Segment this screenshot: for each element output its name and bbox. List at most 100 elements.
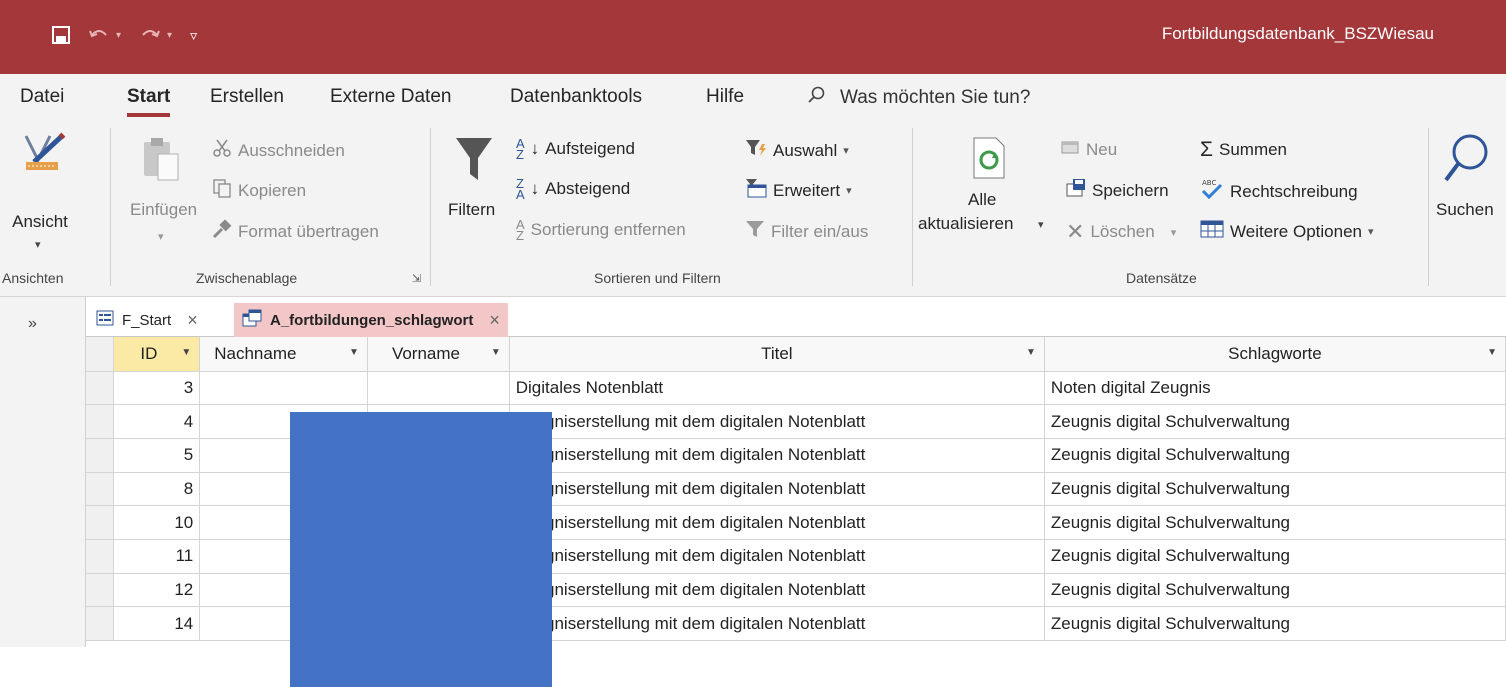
tab-hilfe[interactable]: Hilfe (706, 86, 744, 108)
column-header-label: ID (140, 343, 158, 363)
cell-schlagworte[interactable]: Zeugnis digital Schulverwaltung (1044, 404, 1506, 439)
cell-schlagworte[interactable]: Noten digital Zeugnis (1044, 371, 1506, 406)
save-icon[interactable] (52, 26, 70, 44)
cell-id[interactable]: 14 (113, 606, 201, 641)
tab-erstellen[interactable]: Erstellen (210, 86, 284, 108)
remove-sort-button[interactable]: AZ Sortierung entfernen (516, 218, 686, 242)
selection-filter-button[interactable]: Auswahl ▾ (745, 138, 849, 163)
cell-titel[interactable]: Zeugniserstellung mit dem digitalen Note… (509, 404, 1045, 439)
tab-start[interactable]: Start (127, 86, 171, 117)
column-dropdown-icon[interactable]: ▼ (1026, 347, 1036, 358)
cell-id[interactable]: 10 (113, 505, 201, 540)
cell-id[interactable]: 3 (113, 371, 201, 406)
find-label: Suchen (1436, 200, 1494, 219)
cell-schlagworte[interactable]: Zeugnis digital Schulverwaltung (1044, 573, 1506, 608)
cell-titel[interactable]: Digitales Notenblatt (509, 371, 1045, 406)
format-painter-label: Format übertragen (238, 221, 379, 241)
undo-dropdown-icon[interactable]: ▾ (116, 30, 121, 41)
column-header-vorname[interactable]: Vorname ▼ (367, 337, 510, 372)
cell-id[interactable]: 11 (113, 539, 201, 574)
cell-schlagworte[interactable]: Zeugnis digital Schulverwaltung (1044, 472, 1506, 507)
column-dropdown-icon[interactable]: ▼ (491, 347, 501, 358)
cut-button[interactable]: Ausschneiden (212, 138, 345, 163)
tell-me-search[interactable]: Was möchten Sie tun? (808, 86, 1030, 110)
cell-id[interactable]: 12 (113, 573, 201, 608)
new-record-button[interactable]: Neu (1060, 138, 1117, 161)
toggle-filter-button[interactable]: Filter ein/aus (745, 219, 868, 244)
paste-button[interactable]: Einfügen ▾ (118, 136, 198, 256)
advanced-filter-button[interactable]: Erweitert ▾ (745, 178, 852, 203)
column-header-schlagworte[interactable]: Schlagworte ▼ (1044, 337, 1506, 372)
totals-label: Summen (1218, 140, 1288, 159)
paste-label: Einfügen (130, 200, 198, 219)
delete-record-button[interactable]: ✕ Löschen ▾ (1066, 219, 1176, 245)
record-selector[interactable] (86, 539, 115, 574)
column-dropdown-icon[interactable]: ▼ (181, 347, 191, 358)
refresh-label-1: Alle (968, 190, 997, 209)
dialog-launcher-icon[interactable]: ⇲ (412, 272, 421, 285)
cell-schlagworte[interactable]: Zeugnis digital Schulverwaltung (1044, 505, 1506, 540)
form-icon (96, 310, 114, 330)
record-selector[interactable] (86, 606, 115, 641)
column-dropdown-icon[interactable]: ▼ (1487, 347, 1497, 358)
doc-tab-query[interactable]: A_fortbildungen_schlagwort × (234, 303, 508, 337)
spelling-button[interactable]: ABC Rechtschreibung (1200, 178, 1358, 205)
record-selector[interactable] (86, 472, 115, 507)
group-separator (110, 128, 111, 286)
cell-schlagworte[interactable]: Zeugnis digital Schulverwaltung (1044, 438, 1506, 473)
tab-datei[interactable]: Datei (20, 86, 64, 108)
find-button[interactable]: Suchen (1432, 132, 1506, 242)
close-icon[interactable]: × (489, 310, 500, 331)
format-painter-button[interactable]: Format übertragen (212, 219, 379, 244)
column-dropdown-icon[interactable]: ▼ (349, 347, 359, 358)
redo-dropdown-icon[interactable]: ▾ (167, 30, 172, 41)
undo-icon[interactable] (88, 27, 110, 43)
ribbon: Ansicht ▾ Ansichten Einfügen ▾ Ausschnei… (0, 122, 1506, 297)
cell-titel[interactable]: Zeugniserstellung mit dem digitalen Note… (509, 505, 1045, 540)
cell-id[interactable]: 5 (113, 438, 201, 473)
format-painter-icon (212, 219, 232, 244)
sort-ascending-button[interactable]: AZ ↓ Aufsteigend (516, 137, 635, 161)
cell-schlagworte[interactable]: Zeugnis digital Schulverwaltung (1044, 606, 1506, 641)
filter-button[interactable]: Filtern (440, 136, 510, 246)
save-record-button[interactable]: Speichern (1066, 178, 1169, 203)
tab-externe-daten[interactable]: Externe Daten (330, 86, 451, 108)
cell-id[interactable]: 4 (113, 404, 201, 439)
customize-qat-icon[interactable]: ▿ (190, 27, 197, 44)
column-header-nachname[interactable]: Nachname ▼ (199, 337, 368, 372)
select-all-cell[interactable] (86, 337, 115, 372)
magnifier-icon (1444, 132, 1490, 189)
cell-nachname[interactable] (199, 371, 368, 406)
sort-descending-button[interactable]: ZA ↓ Absteigend (516, 177, 630, 201)
refresh-all-button[interactable]: Alle aktualisieren ▾ (918, 136, 1048, 266)
cell-schlagworte[interactable]: Zeugnis digital Schulverwaltung (1044, 539, 1506, 574)
cell-titel[interactable]: Zeugniserstellung mit dem digitalen Note… (509, 606, 1045, 641)
view-button[interactable]: Ansicht ▾ (10, 132, 100, 252)
totals-button[interactable]: Σ Summen (1200, 138, 1287, 162)
column-header-titel[interactable]: Titel ▼ (509, 337, 1045, 372)
cell-id[interactable]: 8 (113, 472, 201, 507)
selection-filter-label: Auswahl (773, 140, 838, 160)
column-header-label: Schlagworte (1228, 343, 1322, 363)
table-row[interactable]: 3 Digitales Notenblatt Noten digital Zeugn… (86, 371, 1506, 406)
close-icon[interactable]: × (187, 310, 198, 331)
record-selector[interactable] (86, 505, 115, 540)
doc-tab-f-start[interactable]: F_Start × (88, 303, 206, 337)
record-selector[interactable] (86, 371, 115, 406)
cell-titel[interactable]: Zeugniserstellung mit dem digitalen Note… (509, 438, 1045, 473)
column-header-id[interactable]: ID ▼ (113, 337, 201, 372)
record-selector[interactable] (86, 438, 115, 473)
tab-datenbanktools[interactable]: Datenbanktools (510, 86, 642, 108)
document-tabs: F_Start × A_fortbildungen_schlagwort × (86, 297, 1506, 337)
cell-vorname[interactable] (367, 371, 510, 406)
record-selector[interactable] (86, 573, 115, 608)
more-options-icon (1200, 219, 1224, 244)
cell-titel[interactable]: Zeugniserstellung mit dem digitalen Note… (509, 539, 1045, 574)
more-options-button[interactable]: Weitere Optionen ▾ (1200, 219, 1374, 244)
copy-button[interactable]: Kopieren (212, 178, 306, 203)
cell-titel[interactable]: Zeugniserstellung mit dem digitalen Note… (509, 472, 1045, 507)
redo-icon[interactable] (139, 27, 161, 43)
expand-nav-icon[interactable]: » (28, 315, 37, 333)
record-selector[interactable] (86, 404, 115, 439)
cell-titel[interactable]: Zeugniserstellung mit dem digitalen Note… (509, 573, 1045, 608)
